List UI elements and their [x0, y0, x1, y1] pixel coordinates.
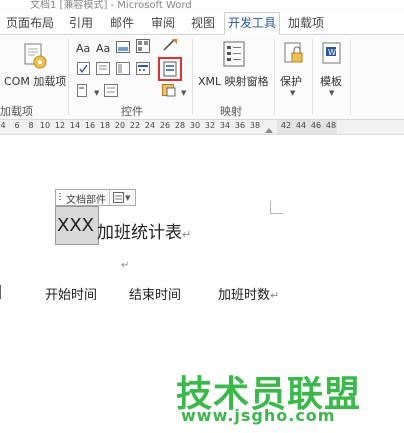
protect-button[interactable]: 保护 ▼ — [278, 37, 310, 99]
mapping-group-label: 映射 — [220, 105, 242, 118]
tab-mailings[interactable]: 邮件 — [105, 14, 139, 32]
content-control-dropdown[interactable]: ▼ — [109, 190, 134, 205]
ruler-tick: 48 — [325, 121, 337, 130]
ruler-tick: 38 — [249, 121, 261, 130]
ruler-indent-marker[interactable] — [265, 128, 273, 133]
drop-down-list-icon[interactable] — [116, 62, 130, 75]
xml-mapping-pane-button[interactable]: XML 映射窗格 — [196, 37, 272, 99]
ruler-tick: 44 — [295, 121, 307, 130]
chevron-down-icon[interactable]: ▼ — [94, 89, 99, 97]
ruler-tick: 28 — [174, 121, 186, 130]
ruler-tick: 18 — [99, 121, 111, 130]
controls-group-label: 控件 — [121, 105, 143, 118]
chevron-down-icon: ▼ — [329, 89, 335, 97]
group-separator — [68, 39, 69, 115]
group-separator — [274, 39, 275, 115]
table-header-overtime-hours: 加班时数↵ — [218, 284, 279, 303]
table-header-text: 加班时数 — [218, 288, 271, 303]
properties-icon[interactable] — [104, 84, 118, 97]
tab-page-layout[interactable]: 页面布局 — [2, 14, 58, 32]
horizontal-ruler[interactable]: 4 6 8 10 12 14 16 18 20 22 24 26 28 30 3… — [0, 120, 404, 135]
templates-label: 模板 — [320, 75, 342, 88]
lock-icon — [284, 42, 303, 63]
ruler-tick: 36 — [234, 121, 246, 130]
ruler-tick: 6 — [14, 121, 20, 130]
ruler-tick: 34 — [219, 121, 231, 130]
chevron-down-icon: ▼ — [125, 194, 131, 202]
paragraph-mark: ↵ — [182, 228, 192, 241]
ruler-tick: 14 — [69, 121, 81, 130]
margin-corner-mark — [270, 201, 283, 214]
protect-label: 保护 — [280, 75, 302, 88]
document-title-text: 加班统计表↵ — [97, 218, 191, 243]
design-mode-icon[interactable] — [162, 38, 178, 52]
ruler-tick: 24 — [144, 121, 156, 130]
com-addins-button[interactable]: COM 加载项 — [2, 37, 66, 99]
tab-addins[interactable]: 加载项 — [284, 14, 328, 32]
title-text: 加班统计表 — [97, 223, 182, 243]
group-separator — [312, 39, 313, 115]
table-header-end-time: 结束时间 — [129, 288, 182, 303]
xml-mapping-label: XML 映射窗格 — [198, 75, 269, 88]
ruler-tick: 16 — [84, 121, 96, 130]
ruler-tick: 26 — [159, 121, 171, 130]
date-picker-icon[interactable] — [136, 62, 150, 75]
empty-paragraph-mark: ↵ — [121, 260, 130, 271]
ruler-tick: 46 — [310, 121, 322, 130]
ruler-tick: 22 — [129, 121, 141, 130]
document-part-icon — [113, 192, 124, 203]
ruler-tick: 42 — [280, 121, 292, 130]
building-block-icon[interactable] — [136, 39, 150, 53]
ruler-tick: 4 — [0, 121, 6, 130]
tab-references[interactable]: 引用 — [64, 14, 98, 32]
group-control-icon[interactable] — [162, 84, 180, 98]
com-addins-icon — [24, 43, 47, 69]
com-addins-label: COM 加载项 — [4, 75, 67, 88]
tab-view[interactable]: 视图 — [186, 14, 220, 32]
picture-control-icon[interactable] — [116, 41, 130, 53]
ribbon-tabs: 页面布局 引用 邮件 审阅 视图 开发工具 加载项 — [0, 10, 404, 36]
combo-box-control-icon[interactable] — [96, 62, 110, 75]
ruler-tick: 20 — [114, 121, 126, 130]
ruler-tick: 12 — [54, 121, 66, 130]
ruler-tick: 8 — [28, 121, 34, 130]
ruler-tick: 10 — [39, 121, 51, 130]
word-template-icon: W — [322, 42, 341, 64]
paragraph-mark: ↵ — [270, 289, 280, 302]
ribbon: COM 加载项 加载项 Aa Aa ▼ ▼ 控件 XML 映射窗格 映射 保护 … — [0, 35, 404, 120]
ruler-tick: 30 — [189, 121, 201, 130]
chevron-down-icon[interactable]: ▼ — [181, 89, 186, 97]
group-separator — [350, 39, 351, 115]
ruler-tick: 32 — [204, 121, 216, 130]
content-control-tag[interactable]: 文档部件 ▼ — [55, 189, 136, 206]
watermark-url: www.jsgho.com — [181, 406, 336, 425]
content-control-value[interactable]: XXX — [57, 215, 94, 236]
content-control-title: 文档部件 — [66, 195, 106, 206]
addins-group-label: 加载项 — [0, 105, 33, 118]
tab-developer[interactable]: 开发工具 — [224, 12, 280, 36]
legacy-tools-icon[interactable] — [77, 84, 93, 97]
table-header-start-time: 开始时间 — [45, 288, 98, 303]
plain-text-control-button[interactable]: Aa — [96, 42, 110, 55]
svg-text:W: W — [328, 48, 336, 57]
table-left-border — [0, 285, 1, 299]
templates-button[interactable]: W 模板 ▼ — [316, 37, 348, 99]
drag-handle-icon[interactable] — [59, 193, 61, 202]
xml-mapping-icon — [223, 41, 245, 67]
chevron-down-icon: ▼ — [290, 89, 296, 97]
rich-text-control-button[interactable]: Aa — [76, 42, 90, 55]
checkbox-control-icon[interactable] — [77, 62, 90, 75]
tab-review[interactable]: 审阅 — [146, 14, 180, 32]
repeating-section-control-button[interactable] — [158, 57, 182, 81]
group-separator — [192, 39, 193, 115]
